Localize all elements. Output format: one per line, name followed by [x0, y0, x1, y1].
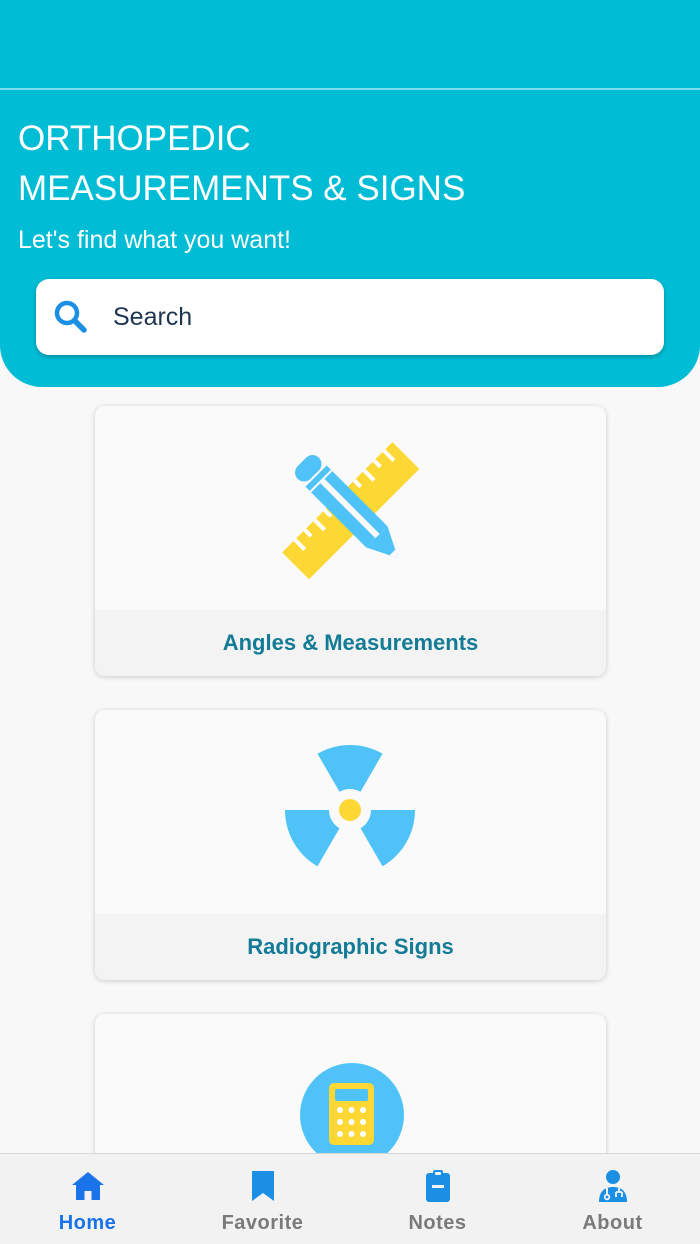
nav-home[interactable]: Home [0, 1154, 175, 1244]
nav-label-favorite: Favorite [221, 1212, 304, 1234]
home-icon [71, 1172, 104, 1200]
nav-notes[interactable]: Notes [350, 1154, 525, 1244]
doctor-icon [598, 1170, 627, 1202]
subtitle: Let's find what you want! [18, 226, 291, 254]
card-calculator[interactable] [95, 1014, 606, 1174]
card-art [95, 710, 606, 914]
card-label: Radiographic Signs [247, 934, 454, 959]
search-input[interactable] [111, 301, 615, 333]
card-radiographic-signs[interactable]: Radiographic Signs [95, 710, 606, 980]
nav-label-home: Home [58, 1212, 117, 1234]
status-bar [0, 0, 700, 90]
page-title: ORTHOPEDIC MEASUREMENTS & SIGNS [18, 114, 465, 214]
bookmark-icon [251, 1171, 274, 1201]
pencil-ruler-icon [282, 442, 420, 580]
clipboard-icon [425, 1170, 450, 1202]
radiation-icon [284, 744, 416, 867]
search-icon [54, 300, 87, 333]
card-footer: Angles & Measurements [95, 610, 606, 676]
title-line-2: MEASUREMENTS & SIGNS [18, 169, 466, 208]
bottom-nav: Home Favorite Notes About [0, 1153, 700, 1244]
title-line-1: ORTHOPEDIC [18, 119, 251, 158]
card-angles-measurements[interactable]: Angles & Measurements [95, 406, 606, 676]
nav-favorite[interactable]: Favorite [175, 1154, 350, 1244]
header: ORTHOPEDIC MEASUREMENTS & SIGNS Let's fi… [0, 90, 700, 387]
nav-about[interactable]: About [525, 1154, 700, 1244]
card-label: Angles & Measurements [222, 630, 479, 655]
nav-label-about: About [582, 1212, 643, 1234]
nav-label-notes: Notes [408, 1212, 467, 1234]
card-footer: Radiographic Signs [95, 914, 606, 980]
card-art [95, 1014, 606, 1174]
search-bar[interactable] [36, 279, 664, 355]
card-art [95, 406, 606, 610]
